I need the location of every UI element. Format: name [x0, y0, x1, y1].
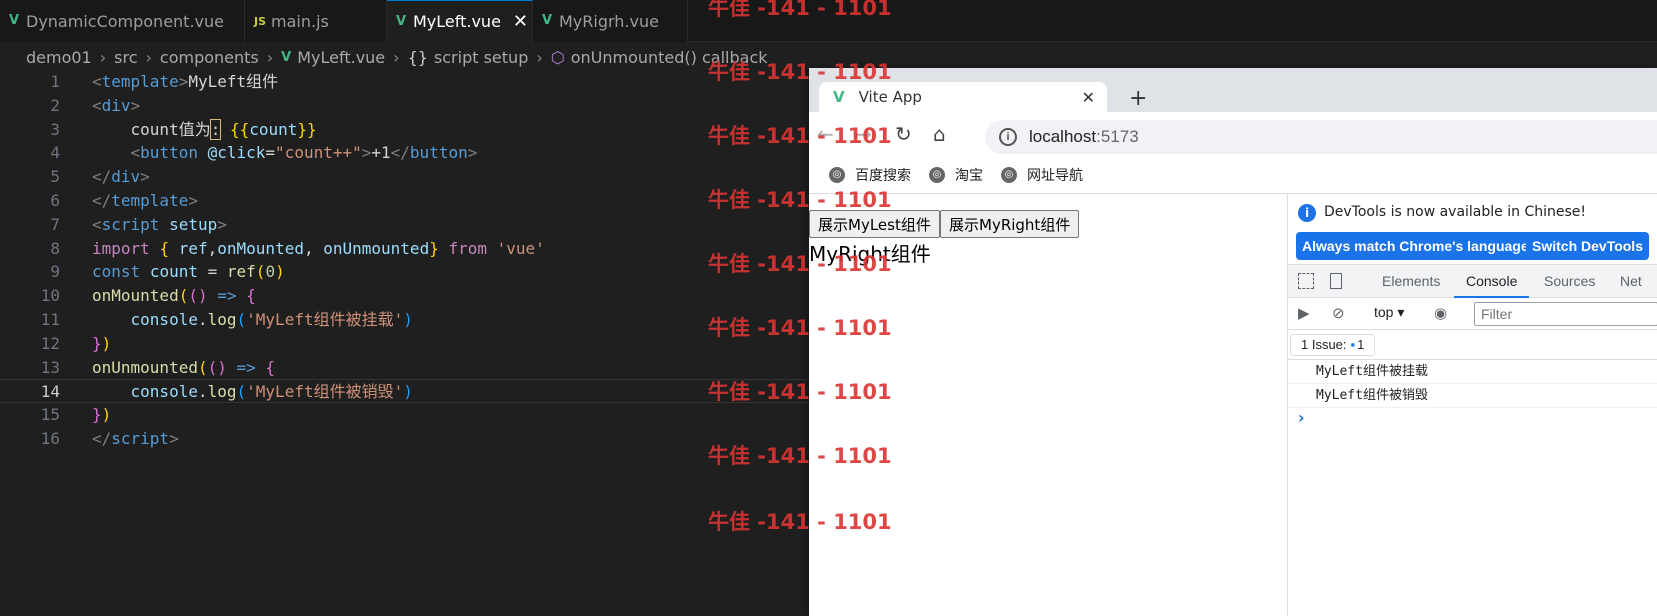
forward-arrow-icon[interactable]: →: [855, 122, 872, 146]
device-toolbar-icon[interactable]: [1330, 273, 1342, 289]
eye-icon[interactable]: ◉: [1434, 304, 1447, 322]
vue-icon: V: [396, 14, 407, 29]
console-log-entry: MyLeft组件被销毁: [1288, 384, 1657, 408]
tab-label: MyLeft.vue: [413, 12, 501, 31]
bookmarks-bar: ◎ 百度搜索 ◎ 淘宝 ◎ 网址导航: [809, 156, 1657, 194]
vue-icon: V: [833, 88, 845, 106]
sidebar-toggle-icon[interactable]: ▶: [1298, 304, 1310, 322]
chevron-right-icon: ›: [145, 47, 152, 67]
devtools-panel: i DevTools is now available in Chinese! …: [1287, 194, 1657, 616]
console-prompt-icon[interactable]: ›: [1298, 408, 1305, 427]
context-selector[interactable]: top ▾: [1374, 304, 1404, 321]
console-toolbar: ▶ ⊘ top ▾ ◉: [1288, 298, 1657, 330]
devtools-tab-bar: Elements Console Sources Net: [1288, 264, 1657, 298]
always-match-language-button[interactable]: Always match Chrome's language: [1296, 232, 1535, 260]
vue-icon: V: [9, 13, 20, 28]
breadcrumb-item[interactable]: MyLeft.vue: [297, 48, 385, 67]
issues-button[interactable]: 1 Issue: ▪ 1: [1290, 334, 1376, 356]
tab-dynamic-component[interactable]: V DynamicComponent.vue: [0, 0, 245, 42]
breadcrumb-item[interactable]: demo01: [26, 48, 92, 67]
globe-icon: ◎: [829, 166, 845, 183]
vue-icon: V: [542, 13, 553, 28]
js-icon: JS: [254, 15, 267, 28]
inspect-element-icon[interactable]: [1298, 273, 1314, 289]
tab-main-js[interactable]: JS main.js: [245, 0, 387, 42]
tab-sources[interactable]: Sources: [1544, 265, 1595, 298]
chevron-right-icon: ›: [99, 47, 107, 67]
globe-icon: ◎: [929, 166, 945, 183]
chevron-right-icon: ›: [536, 47, 543, 67]
tab-label: main.js: [271, 11, 329, 31]
tab-label: DynamicComponent.vue: [26, 11, 224, 31]
breadcrumb-item[interactable]: src: [114, 48, 137, 67]
site-info-icon[interactable]: i: [999, 128, 1017, 146]
browser-toolbar: ← → ↻ ⌂ i localhost:5173: [809, 112, 1657, 156]
page-content: 展示MyLest组件 展示MyRight组件 MyRight组件: [809, 194, 1287, 616]
chevron-right-icon: ›: [266, 47, 274, 67]
show-myleft-button[interactable]: 展示MyLest组件: [809, 210, 940, 238]
breadcrumb-item[interactable]: components: [160, 48, 259, 67]
browser-tab-vite-app[interactable]: V Vite App ✕: [819, 82, 1107, 112]
address-port: :5173: [1096, 127, 1139, 146]
component-text: MyRight组件: [809, 242, 931, 266]
braces-icon: {}: [407, 47, 428, 67]
devtools-language-banner: i DevTools is now available in Chinese! …: [1288, 194, 1657, 264]
address-host: localhost: [1029, 127, 1097, 146]
browser-tab-strip: V Vite App ✕ +: [809, 68, 1657, 112]
console-log-entry: MyLeft组件被挂载: [1288, 360, 1657, 384]
info-icon: i: [1298, 204, 1316, 222]
tab-network[interactable]: Net: [1620, 265, 1642, 298]
tab-myleft-vue[interactable]: V MyLeft.vue ✕: [387, 0, 533, 42]
breadcrumb-item[interactable]: onUnmounted() callback: [571, 48, 768, 67]
console-filter-input[interactable]: [1474, 302, 1657, 326]
breadcrumb-item[interactable]: script setup: [434, 48, 528, 67]
close-icon[interactable]: ✕: [513, 11, 528, 32]
switch-devtools-button[interactable]: Switch DevTools: [1526, 232, 1649, 260]
tab-elements[interactable]: Elements: [1382, 265, 1440, 298]
address-bar[interactable]: i localhost:5173: [985, 120, 1657, 154]
vue-icon: V: [281, 49, 292, 65]
browser-tab-title: Vite App: [858, 88, 922, 106]
banner-message: DevTools is now available in Chinese!: [1324, 204, 1586, 220]
show-myright-button[interactable]: 展示MyRight组件: [940, 210, 1080, 238]
close-icon[interactable]: ✕: [1082, 88, 1095, 107]
function-cube-icon: ⬡: [550, 47, 565, 67]
tab-console[interactable]: Console: [1454, 265, 1530, 298]
globe-icon: ◎: [1001, 166, 1017, 183]
reload-icon[interactable]: ↻: [895, 122, 912, 146]
tab-label: MyRigrh.vue: [559, 11, 659, 31]
bookmark-baidu[interactable]: ◎ 百度搜索: [829, 165, 911, 185]
back-arrow-icon[interactable]: ←: [817, 122, 834, 146]
issues-bar: 1 Issue: ▪ 1: [1288, 330, 1657, 360]
clear-console-icon[interactable]: ⊘: [1332, 304, 1345, 322]
home-icon[interactable]: ⌂: [933, 122, 946, 146]
bookmark-nav[interactable]: ◎ 网址导航: [1001, 165, 1083, 185]
editor-tab-bar: V DynamicComponent.vue JS main.js V MyLe…: [0, 0, 1657, 42]
message-icon: ▪: [1350, 337, 1356, 352]
new-tab-button[interactable]: +: [1129, 86, 1147, 111]
chevron-right-icon: ›: [393, 47, 400, 67]
tab-myrigrh-vue[interactable]: V MyRigrh.vue: [533, 0, 688, 42]
browser-window: V Vite App ✕ + ← → ↻ ⌂ i localhost:5173 …: [809, 68, 1657, 616]
bookmark-taobao[interactable]: ◎ 淘宝: [929, 165, 983, 185]
